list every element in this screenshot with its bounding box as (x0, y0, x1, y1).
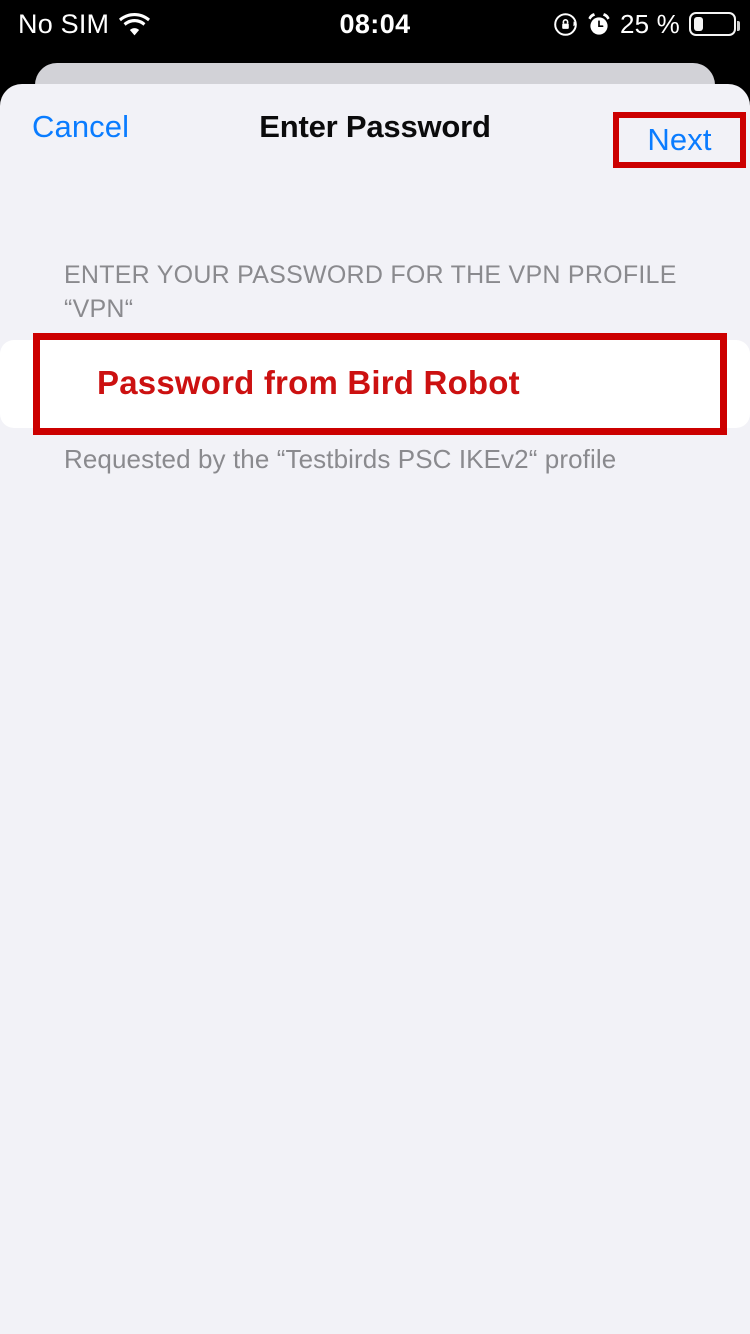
alarm-clock-icon (587, 12, 611, 37)
rotation-lock-icon (553, 12, 578, 37)
footer-note-label: Requested by the “Testbirds PSC IKEv2“ p… (64, 444, 617, 474)
next-button[interactable]: Next (619, 118, 740, 162)
battery-percentage-label: 25 % (619, 9, 680, 39)
battery-fill-level (694, 17, 704, 31)
battery-icon (689, 12, 740, 36)
clock-label: 08:04 (339, 8, 411, 39)
page-title-label: Enter Password (259, 109, 491, 144)
next-button-highlight: Next (613, 112, 746, 168)
status-bar-right-group: 25 % (553, 0, 740, 48)
password-annotation-label: Password from Bird Robot (97, 364, 520, 401)
section-header-label: ENTER YOUR PASSWORD FOR THE VPN PROFILE … (64, 261, 677, 323)
battery-cap (737, 21, 740, 31)
status-bar: No SIM 08:04 25 % (0, 0, 750, 48)
